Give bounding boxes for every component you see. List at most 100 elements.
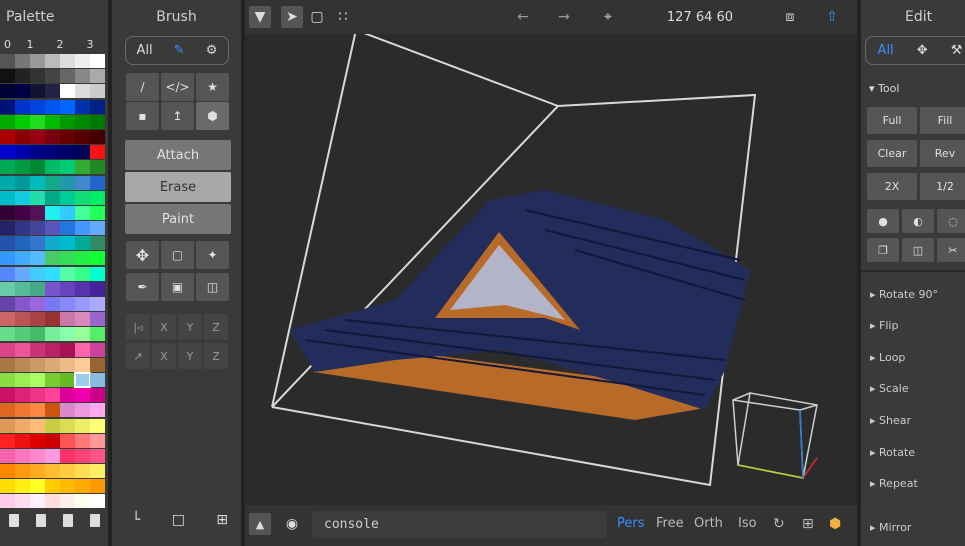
section-repeat[interactable]: ▸ Repeat <box>870 477 918 490</box>
palette-swatch[interactable] <box>75 190 90 205</box>
palette-swatch[interactable] <box>45 129 60 144</box>
palette-swatch[interactable] <box>0 403 15 418</box>
palette-swatch[interactable] <box>75 448 90 463</box>
palette-swatch[interactable] <box>45 418 60 433</box>
palette-swatch[interactable] <box>60 357 75 372</box>
crop-icon[interactable]: ⌖ <box>597 6 619 28</box>
palette-swatch[interactable] <box>75 433 90 448</box>
palette-swatch[interactable] <box>30 433 45 448</box>
gear-icon[interactable]: ⚙ <box>206 43 218 58</box>
palette-swatch[interactable] <box>60 433 75 448</box>
palette-swatch[interactable] <box>0 114 15 129</box>
palette-swatch[interactable] <box>45 69 60 84</box>
full-button[interactable]: Full <box>867 107 917 134</box>
palette-swatch[interactable] <box>0 342 15 357</box>
palette-swatch[interactable] <box>90 160 105 175</box>
select-box-icon[interactable]: ▢ <box>306 6 328 28</box>
double-button[interactable]: 2X <box>867 173 917 200</box>
palette-swatch[interactable] <box>45 54 60 68</box>
palette-swatch[interactable] <box>0 190 15 205</box>
palette-swatch[interactable] <box>45 190 60 205</box>
palette-swatch[interactable] <box>0 312 15 327</box>
palette-swatch[interactable] <box>30 69 45 84</box>
upload-icon[interactable]: ⇧ <box>821 6 843 28</box>
palette-swatch[interactable] <box>60 54 75 68</box>
palette-swatch[interactable] <box>0 494 15 509</box>
mirror-y-button[interactable]: Y <box>178 314 202 340</box>
console-input[interactable]: console <box>312 511 607 538</box>
palette-swatch[interactable] <box>90 372 105 387</box>
clear-button[interactable]: Clear <box>867 140 917 167</box>
palette-swatch[interactable] <box>60 479 75 494</box>
palette-swatch[interactable] <box>0 129 15 144</box>
palette-swatch[interactable] <box>90 190 105 205</box>
palette-swatch[interactable] <box>60 99 75 114</box>
palette-swatch[interactable] <box>60 145 75 160</box>
palette-swatch[interactable] <box>15 281 30 296</box>
palette-swatch[interactable] <box>0 448 15 463</box>
palette-swatch[interactable] <box>60 251 75 266</box>
palette-swatch[interactable] <box>75 205 90 220</box>
palette-swatch[interactable] <box>90 342 105 357</box>
palette-swatch[interactable] <box>75 403 90 418</box>
brush-icon[interactable]: ✎ <box>174 43 185 58</box>
view-pers-button[interactable]: Pers <box>617 516 645 531</box>
section-rotate[interactable]: ▸ Rotate <box>870 446 915 459</box>
palette-swatch[interactable] <box>60 266 75 281</box>
palette-swatch[interactable] <box>60 281 75 296</box>
reset-view-icon[interactable]: ↻ <box>773 516 785 532</box>
palette-swatch[interactable] <box>90 266 105 281</box>
palette-swatch[interactable] <box>45 281 60 296</box>
palette-swatch[interactable] <box>90 221 105 236</box>
palette-swatch[interactable] <box>60 129 75 144</box>
move-icon[interactable]: ✥ <box>126 241 159 269</box>
palette-swatch[interactable] <box>30 251 45 266</box>
palette-swatch[interactable] <box>30 494 45 509</box>
palette-swatch[interactable] <box>75 297 90 311</box>
palette-swatch[interactable] <box>75 464 90 479</box>
transform-icon[interactable]: ✥ <box>917 43 928 58</box>
palette-swatch[interactable] <box>45 205 60 220</box>
palette-swatch[interactable] <box>90 357 105 372</box>
palette-swatch[interactable] <box>15 84 30 99</box>
palette-swatch[interactable] <box>60 418 75 433</box>
palette-swatch[interactable] <box>30 418 45 433</box>
palette-swatch[interactable] <box>15 357 30 372</box>
palette-swatch[interactable] <box>75 114 90 129</box>
palette-swatch[interactable] <box>75 357 90 372</box>
extrude-tool-icon[interactable]: ↥ <box>161 102 194 130</box>
palette-swatch[interactable] <box>60 388 75 403</box>
palette-swatch[interactable] <box>30 221 45 236</box>
dot-tool-icon[interactable]: ▪ <box>126 102 159 130</box>
palette-swatch[interactable] <box>60 372 75 387</box>
dotted-circle-icon[interactable]: ◌ <box>937 209 965 233</box>
circle-fill-icon[interactable]: ● <box>867 209 899 233</box>
section-flip[interactable]: ▸ Flip <box>870 319 898 332</box>
menu-dropdown-icon[interactable]: ▼ <box>249 6 271 28</box>
palette-swatch[interactable] <box>15 160 30 175</box>
palette-swatch[interactable] <box>90 69 105 84</box>
palette-swatch[interactable] <box>45 448 60 463</box>
palette-swatch[interactable] <box>45 388 60 403</box>
palette-swatch[interactable] <box>90 251 105 266</box>
palette-swatch[interactable] <box>90 281 105 296</box>
section-mirror[interactable]: ▸ Mirror <box>870 521 911 534</box>
palette-swatch[interactable] <box>75 54 90 68</box>
palette-swatch[interactable] <box>90 327 105 342</box>
palette-swatch[interactable] <box>15 251 30 266</box>
palette-swatch[interactable] <box>0 221 15 236</box>
palette-swatch[interactable] <box>30 84 45 99</box>
wrench-icon[interactable]: ⚒ <box>951 43 963 58</box>
palette-swatch[interactable] <box>90 99 105 114</box>
palette-swatch[interactable] <box>90 145 105 160</box>
palette-swatch[interactable] <box>15 221 30 236</box>
palette-swatch[interactable] <box>45 357 60 372</box>
palette-swatch[interactable] <box>60 312 75 327</box>
palette-swatch[interactable] <box>45 372 60 387</box>
palette-swatch[interactable] <box>30 342 45 357</box>
fill-button[interactable]: Fill <box>920 107 965 134</box>
axis-z-button[interactable]: Z <box>204 343 228 369</box>
palette-swatch[interactable] <box>0 281 15 296</box>
section-shear[interactable]: ▸ Shear <box>870 414 911 427</box>
palette-swatch[interactable] <box>75 479 90 494</box>
